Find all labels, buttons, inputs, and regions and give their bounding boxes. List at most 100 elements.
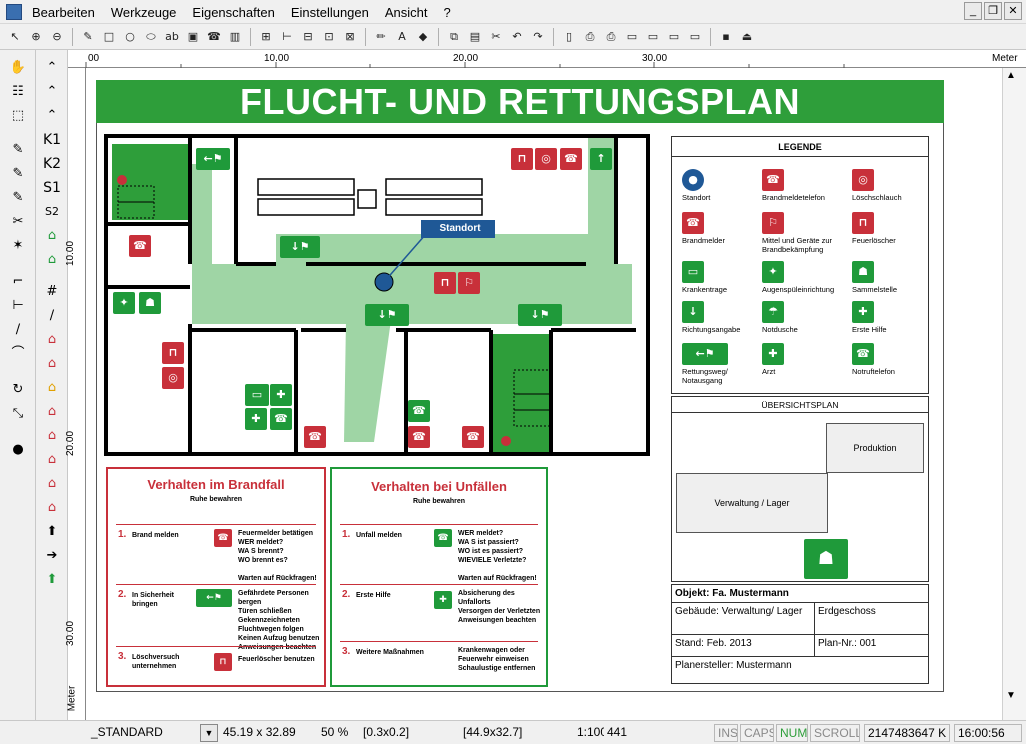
snap-icon[interactable]: ⊢ bbox=[278, 28, 296, 46]
emergency-phone-icon-2[interactable]: ☎ bbox=[408, 400, 430, 422]
align-icon[interactable]: ⊟ bbox=[299, 28, 317, 46]
copy-icon[interactable]: ⧉ bbox=[445, 28, 463, 46]
house-green-icon[interactable]: ⌂ bbox=[42, 226, 62, 246]
layers-icon[interactable]: ☷ bbox=[8, 82, 28, 102]
house-red6-icon[interactable]: ⌂ bbox=[42, 474, 62, 494]
scissors-icon[interactable]: ✂ bbox=[8, 212, 28, 232]
pointer-icon[interactable]: ↖ bbox=[6, 28, 24, 46]
exit-sign-4[interactable]: ↓⚑ bbox=[518, 304, 562, 326]
extinguisher-icon-3[interactable]: ⊓ bbox=[162, 342, 184, 364]
arrow-up-green-icon[interactable]: ⬆ bbox=[42, 570, 62, 590]
menu-bearbeiten[interactable]: Bearbeiten bbox=[32, 5, 103, 20]
extinguisher-icon[interactable]: ⊓ bbox=[511, 148, 533, 170]
k2-icon[interactable]: K2 bbox=[42, 154, 62, 174]
house-red4-icon[interactable]: ⌂ bbox=[42, 426, 62, 446]
roof-thin-icon[interactable]: ⌃ bbox=[42, 106, 62, 126]
pencil-color-icon[interactable]: ✏ bbox=[372, 28, 390, 46]
person-icon[interactable]: ✶ bbox=[8, 236, 28, 256]
phone-icon[interactable]: ☎ bbox=[560, 148, 582, 170]
export-pdf-icon[interactable]: ▭ bbox=[623, 28, 641, 46]
fill-color-icon[interactable]: ◆ bbox=[414, 28, 432, 46]
cut-icon[interactable]: ✂ bbox=[487, 28, 505, 46]
select-area-icon[interactable]: ⊡ bbox=[320, 28, 338, 46]
close-icon[interactable]: ✕ bbox=[1004, 2, 1022, 20]
undo-icon[interactable]: ↶ bbox=[508, 28, 526, 46]
emergency-phone-icon[interactable]: ☎ bbox=[270, 408, 292, 430]
rotate-icon[interactable]: ↻ bbox=[8, 380, 28, 400]
text-icon[interactable]: ab bbox=[163, 28, 181, 46]
house-green2-icon[interactable]: ⌂ bbox=[42, 250, 62, 270]
polygon-icon[interactable]: ⬭ bbox=[142, 28, 160, 46]
house-red-icon[interactable]: ⌂ bbox=[42, 330, 62, 350]
stretcher-icon[interactable]: ▭ bbox=[245, 384, 269, 406]
menu-ansicht[interactable]: Ansicht bbox=[385, 5, 436, 20]
vertical-scrollbar[interactable]: ▲ ▼ bbox=[1002, 68, 1026, 720]
pen-icon[interactable]: ✎ bbox=[79, 28, 97, 46]
export-emf-icon[interactable]: ▭ bbox=[686, 28, 704, 46]
firstaid-icon[interactable]: ✚ bbox=[245, 408, 267, 430]
hose-icon-2[interactable]: ◎ bbox=[162, 367, 184, 389]
s1-icon[interactable]: S1 bbox=[42, 178, 62, 198]
extinguisher-icon-2[interactable]: ⊓ bbox=[434, 272, 456, 294]
print-icon[interactable]: ⎙ bbox=[602, 28, 620, 46]
ellipse-icon[interactable]: ○ bbox=[121, 28, 139, 46]
eyewash-icon[interactable]: ✦ bbox=[113, 292, 135, 314]
select-tool-icon[interactable]: ⬚ bbox=[8, 106, 28, 126]
symbol-icon[interactable]: ☎ bbox=[205, 28, 223, 46]
door-icon[interactable]: ⌐ bbox=[8, 272, 28, 292]
menu-einstellungen[interactable]: Einstellungen bbox=[291, 5, 377, 20]
print-preview-icon[interactable]: ⎙ bbox=[581, 28, 599, 46]
scroll-up-icon[interactable]: ▲ bbox=[1006, 70, 1016, 81]
menu-werkzeuge[interactable]: Werkzeuge bbox=[111, 5, 185, 20]
restore-icon[interactable]: ❐ bbox=[984, 2, 1002, 20]
equipment-icon[interactable]: ⚐ bbox=[458, 272, 480, 294]
alarm-icon[interactable]: ☎ bbox=[129, 235, 151, 257]
font-color-icon[interactable]: A bbox=[393, 28, 411, 46]
assembly-icon[interactable]: ☗ bbox=[139, 292, 161, 314]
house-red5-icon[interactable]: ⌂ bbox=[42, 450, 62, 470]
alarm-icon-2[interactable]: ☎ bbox=[408, 426, 430, 448]
person-blue-icon[interactable]: ● bbox=[8, 440, 28, 460]
camera-icon[interactable]: ▣ bbox=[184, 28, 202, 46]
rectangle-icon[interactable]: □ bbox=[100, 28, 118, 46]
alarm-icon-3[interactable]: ☎ bbox=[304, 426, 326, 448]
zoom-in-icon[interactable]: ⊕ bbox=[27, 28, 45, 46]
k1-icon[interactable]: K1 bbox=[42, 130, 62, 150]
window-icon[interactable]: ⊢ bbox=[8, 296, 28, 316]
draw-line-icon[interactable]: ✎ bbox=[8, 164, 28, 184]
alarm-icon-4[interactable]: ☎ bbox=[462, 426, 484, 448]
zoom-out-icon[interactable]: ⊖ bbox=[48, 28, 66, 46]
house-yellow-icon[interactable]: ⌂ bbox=[42, 378, 62, 398]
exit-sign[interactable]: ←⚑ bbox=[196, 148, 230, 170]
delete-area-icon[interactable]: ⊠ bbox=[341, 28, 359, 46]
hand-icon[interactable]: ✋ bbox=[8, 58, 28, 78]
paste-icon[interactable]: ▤ bbox=[466, 28, 484, 46]
frame-icon[interactable]: ▥ bbox=[226, 28, 244, 46]
draw-wall-icon[interactable]: ✎ bbox=[8, 140, 28, 160]
arrow-up-icon[interactable]: ⬆ bbox=[42, 522, 62, 542]
knife-icon[interactable]: ∕ bbox=[42, 306, 62, 326]
exit-icon[interactable]: ⏏ bbox=[738, 28, 756, 46]
redo-icon[interactable]: ↷ bbox=[529, 28, 547, 46]
scale-icon[interactable]: ⤡ bbox=[8, 404, 28, 424]
arrow-up-sign[interactable]: ↑ bbox=[590, 148, 612, 170]
hose-icon[interactable]: ◎ bbox=[535, 148, 557, 170]
menu-help[interactable]: ? bbox=[444, 5, 459, 20]
node-icon[interactable]: ∕ bbox=[8, 320, 28, 340]
doctor-icon[interactable]: ✚ bbox=[270, 384, 292, 406]
arc-icon[interactable]: ⌒ bbox=[8, 344, 28, 364]
app-icon[interactable] bbox=[6, 4, 22, 20]
grid-icon[interactable]: ⊞ bbox=[257, 28, 275, 46]
menu-eigenschaften[interactable]: Eigenschaften bbox=[192, 5, 282, 20]
export-dxf-icon[interactable]: ▭ bbox=[665, 28, 683, 46]
hatch-icon[interactable]: # bbox=[42, 282, 62, 302]
roof-red-icon[interactable]: ⌃ bbox=[42, 82, 62, 102]
save-icon[interactable]: ▪ bbox=[717, 28, 735, 46]
house-red3-icon[interactable]: ⌂ bbox=[42, 402, 62, 422]
style-dropdown-icon[interactable]: ▼ bbox=[200, 724, 218, 742]
minimize-icon[interactable]: _ bbox=[964, 2, 982, 20]
draw-area-icon[interactable]: ✎ bbox=[8, 188, 28, 208]
house-red2-icon[interactable]: ⌂ bbox=[42, 354, 62, 374]
arrow-right-icon[interactable]: ➔ bbox=[42, 546, 62, 566]
new-file-icon[interactable]: ▯ bbox=[560, 28, 578, 46]
